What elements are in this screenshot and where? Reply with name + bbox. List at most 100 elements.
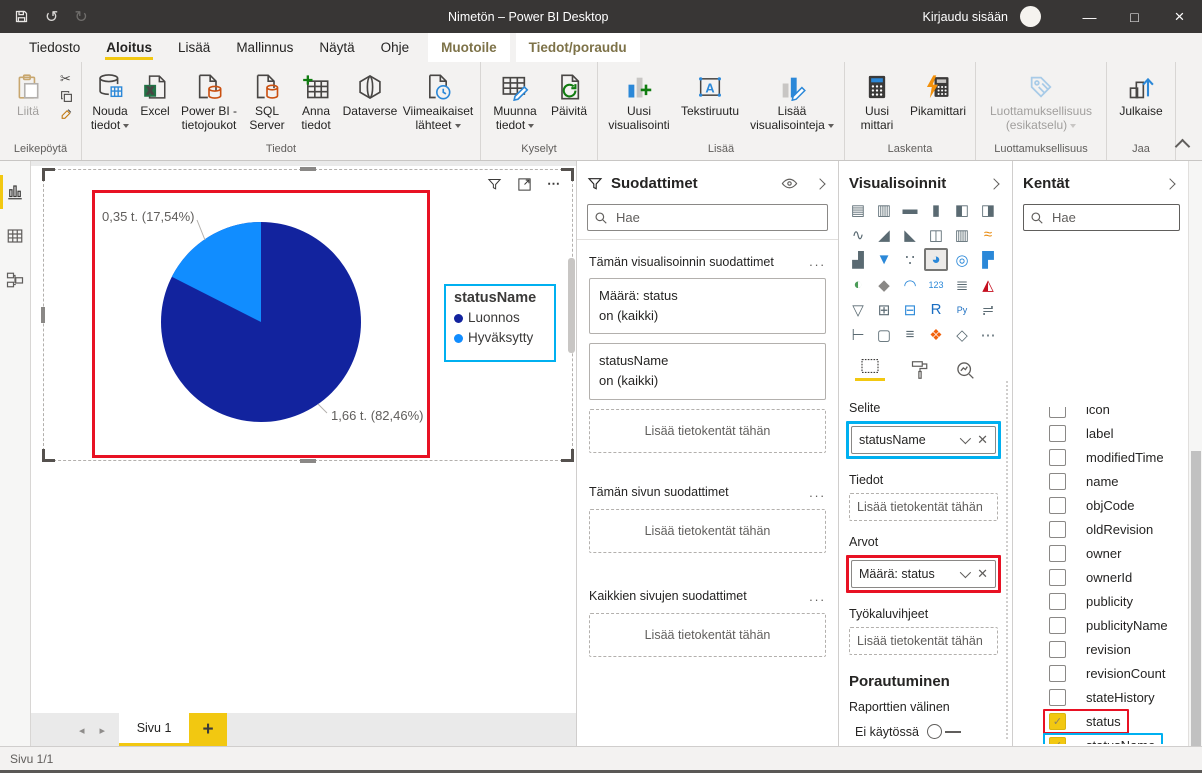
- field-checkbox[interactable]: [1049, 593, 1066, 610]
- add-data-fields-dropzone[interactable]: Lisää tietokentät tähän: [589, 409, 826, 453]
- details-well-dropzone[interactable]: Lisää tietokentät tähän: [849, 493, 998, 521]
- avatar[interactable]: [1020, 6, 1041, 27]
- power-automate-icon[interactable]: ◇: [950, 323, 974, 346]
- close-button[interactable]: ×: [1157, 0, 1202, 33]
- tab-aloitus[interactable]: Aloitus: [93, 33, 165, 62]
- pie-chart-visual[interactable]: ⋯ 0,35 t. (17,54%) 1,66 t. (82,46%) stat…: [43, 169, 573, 461]
- refresh-button[interactable]: Päivitä: [545, 68, 593, 120]
- field-checkbox[interactable]: [1049, 473, 1066, 490]
- 100-stacked-bar-chart-icon[interactable]: ◧: [950, 198, 974, 221]
- save-icon[interactable]: [14, 9, 29, 24]
- field-checkbox[interactable]: [1049, 425, 1066, 442]
- scrollbar-thumb[interactable]: [1191, 451, 1201, 746]
- tab-ohje[interactable]: Ohje: [368, 33, 423, 62]
- decomposition-tree-icon[interactable]: ⊢: [846, 323, 870, 346]
- field-checkbox[interactable]: [1049, 407, 1066, 418]
- report-canvas[interactable]: ⋯ 0,35 t. (17,54%) 1,66 t. (82,46%) stat…: [31, 161, 576, 713]
- report-view-button[interactable]: [0, 179, 30, 205]
- field-checkbox[interactable]: [1049, 665, 1066, 682]
- add-data-fields-dropzone[interactable]: Lisää tietokentät tähän: [589, 613, 826, 657]
- field-checkbox[interactable]: ✓: [1049, 713, 1066, 730]
- copy-icon[interactable]: [60, 90, 73, 103]
- field-row[interactable]: ownerId: [1013, 565, 1188, 589]
- legend-box[interactable]: statusName LuonnosHyväksytty: [444, 284, 556, 362]
- waterfall-chart-icon[interactable]: ▟: [846, 248, 870, 271]
- more-options-icon[interactable]: ...: [809, 589, 826, 604]
- page-tab[interactable]: Sivu 1: [119, 713, 189, 747]
- remove-field-icon[interactable]: ✕: [977, 566, 988, 582]
- kpi-icon[interactable]: ◭: [976, 273, 1000, 296]
- matrix-icon[interactable]: ⊟: [898, 298, 922, 321]
- tab-tiedot-poraudu[interactable]: Tiedot/poraudu: [516, 33, 640, 62]
- sensitivity-button[interactable]: Luottamuksellisuus (esikatselu): [980, 68, 1102, 134]
- slicer-icon[interactable]: ▽: [846, 298, 870, 321]
- more-options-icon[interactable]: ...: [809, 485, 826, 500]
- fields-search[interactable]: [1023, 204, 1180, 231]
- chevron-down-icon[interactable]: [960, 567, 971, 578]
- add-data-fields-dropzone[interactable]: Lisää tietokentät tähän: [589, 509, 826, 553]
- redo-icon[interactable]: ↻: [74, 7, 87, 27]
- new-measure-button[interactable]: Uusi mittari: [849, 68, 905, 134]
- sign-in-button[interactable]: Kirjaudu sisään: [923, 10, 1020, 24]
- filters-search[interactable]: [587, 204, 828, 231]
- new-visual-button[interactable]: Uusi visualisointi: [602, 68, 676, 134]
- collapse-pane-icon[interactable]: [988, 178, 999, 189]
- quick-measure-button[interactable]: Pikamittari: [905, 68, 971, 120]
- field-row[interactable]: name: [1013, 469, 1188, 493]
- field-row[interactable]: publicityName: [1013, 613, 1188, 637]
- gauge-icon[interactable]: ◠: [898, 273, 922, 296]
- python-script-icon[interactable]: Py: [950, 298, 974, 321]
- stacked-column-chart-icon[interactable]: ▥: [872, 198, 896, 221]
- ribbon-chart-icon[interactable]: ≈: [976, 223, 1000, 246]
- excel-button[interactable]: X Excel: [134, 68, 176, 120]
- analytics-tab[interactable]: [955, 360, 975, 380]
- r-script-icon[interactable]: R: [924, 298, 948, 321]
- more-visuals-button[interactable]: Lisää visualisointeja: [744, 68, 840, 134]
- table-icon[interactable]: ⊞: [872, 298, 896, 321]
- eye-icon[interactable]: [781, 177, 798, 190]
- more-options-icon[interactable]: ⋯: [976, 323, 1000, 346]
- stacked-area-chart-icon[interactable]: ◣: [898, 223, 922, 246]
- cut-icon[interactable]: ✂: [60, 72, 73, 85]
- field-checkbox[interactable]: [1049, 545, 1066, 562]
- filters-search-input[interactable]: [614, 209, 821, 226]
- field-row[interactable]: icon: [1013, 407, 1188, 421]
- field-row[interactable]: modifiedTime: [1013, 445, 1188, 469]
- data-view-button[interactable]: [0, 223, 30, 249]
- collapse-pane-icon[interactable]: [1164, 178, 1175, 189]
- power-bi-datasets-button[interactable]: Power BI -tietojoukot: [176, 68, 242, 134]
- filter-card[interactable]: statusName on (kaikki): [589, 343, 826, 399]
- field-row[interactable]: label: [1013, 421, 1188, 445]
- recent-sources-button[interactable]: Viimeaikaiset lähteet: [400, 68, 476, 134]
- 100-stacked-column-chart-icon[interactable]: ◨: [976, 198, 1000, 221]
- clustered-column-chart-icon[interactable]: ▮: [924, 198, 948, 221]
- field-row[interactable]: revisionCount: [1013, 661, 1188, 685]
- field-row[interactable]: stateHistory: [1013, 685, 1188, 709]
- tab-lisaa[interactable]: Lisää: [165, 33, 223, 62]
- legend-item[interactable]: Luonnos: [454, 308, 554, 328]
- field-row[interactable]: ✓statusName: [1013, 733, 1188, 744]
- field-checkbox[interactable]: [1049, 641, 1066, 658]
- scatter-chart-icon[interactable]: ∵: [898, 248, 922, 271]
- field-row[interactable]: ✓status: [1013, 709, 1188, 733]
- tooltips-well-dropzone[interactable]: Lisää tietokentät tähän: [849, 627, 998, 655]
- model-view-button[interactable]: [0, 267, 30, 293]
- sql-server-button[interactable]: SQL Server: [242, 68, 292, 134]
- card-icon[interactable]: 123: [924, 273, 948, 296]
- field-row[interactable]: revision: [1013, 637, 1188, 661]
- field-checkbox[interactable]: [1049, 521, 1066, 538]
- more-options-icon[interactable]: ...: [809, 254, 826, 269]
- cross-report-toggle[interactable]: [927, 724, 942, 739]
- pie-chart-icon[interactable]: ◕: [924, 248, 948, 271]
- field-checkbox[interactable]: [1049, 569, 1066, 586]
- multi-row-card-icon[interactable]: ≣: [950, 273, 974, 296]
- format-tab[interactable]: [911, 360, 929, 380]
- stacked-bar-chart-icon[interactable]: ▤: [846, 198, 870, 221]
- smart-narrative-icon[interactable]: ≡: [898, 323, 922, 346]
- map-icon[interactable]: ◐: [846, 273, 870, 296]
- clustered-bar-chart-icon[interactable]: ▬: [898, 198, 922, 221]
- fields-tab[interactable]: [855, 358, 885, 381]
- next-page-icon[interactable]: ▸: [100, 724, 106, 737]
- legend-item[interactable]: Hyväksytty: [454, 328, 554, 348]
- area-chart-icon[interactable]: ◢: [872, 223, 896, 246]
